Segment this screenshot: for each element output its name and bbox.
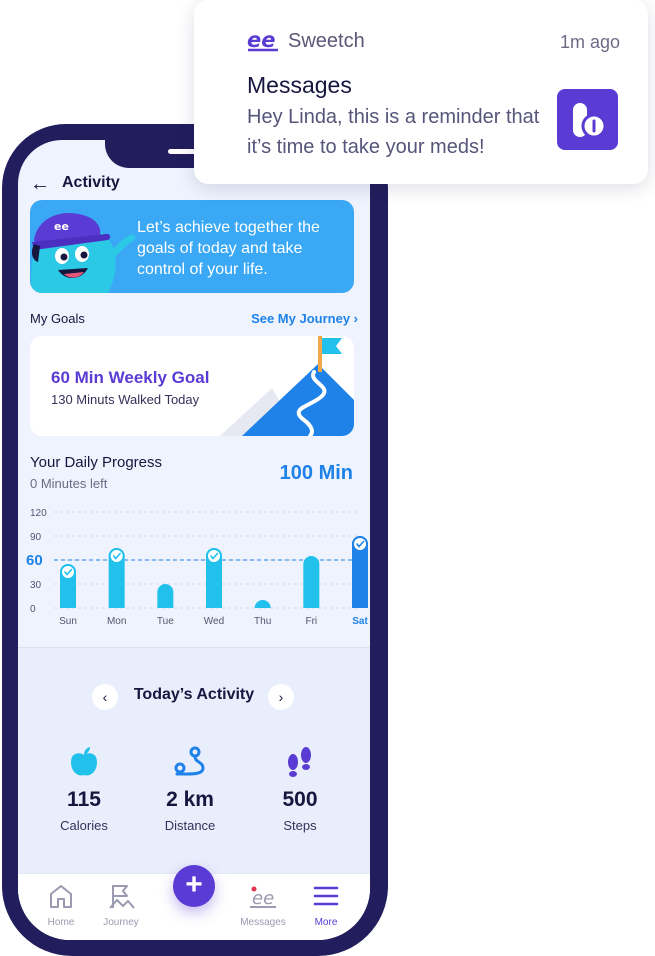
route-icon — [174, 746, 205, 776]
my-goals-label: My Goals — [30, 311, 85, 326]
chart-y-tick-label: 120 — [30, 508, 47, 519]
tab-messages-label: Messages — [240, 917, 286, 928]
check-badge — [352, 536, 368, 552]
chart-y-tick-label: 90 — [30, 532, 42, 543]
apple-icon — [71, 747, 97, 776]
goal-title: 60 Min Weekly Goal — [51, 368, 210, 387]
chart-y-tick-label: 0 — [30, 604, 36, 615]
distance-stat: 2 km Distance — [140, 746, 240, 833]
notification-app-name: Sweetch — [288, 30, 365, 52]
tab-home-label: Home — [47, 917, 75, 928]
daily-progress-chart: 0 30 60 90 120 Sun Mon Tue Wed Thu Fri Sat — [26, 508, 368, 627]
notification-body: Hey Linda, this is a reminder that it’s … — [247, 106, 540, 158]
progress-total: 100 Min — [279, 462, 353, 484]
check-badge — [60, 564, 76, 580]
steps-stat: 500 Steps — [250, 746, 350, 833]
push-notification[interactable]: ee Sweetch 1m ago Messages Hey Linda, th… — [194, 0, 648, 184]
see-my-journey-link[interactable]: See My Journey › — [251, 311, 358, 326]
chart-bar — [254, 600, 271, 608]
chart-x-tick-label: Thu — [254, 616, 271, 627]
tab-journey[interactable]: Journey — [91, 882, 151, 928]
chart-x-tick-label: Sat — [352, 616, 368, 627]
check-badge — [108, 548, 125, 564]
minutes-left: 0 Minutes left — [30, 476, 108, 491]
notification-thumbnail — [557, 89, 618, 150]
chart-x-tick-label: Tue — [157, 616, 174, 627]
distance-value: 2 km — [166, 788, 214, 811]
chart-x-tick-label: Fri — [305, 616, 317, 627]
chart-x-tick-label: Wed — [204, 616, 224, 627]
mascot-illustration: ee — [31, 213, 136, 293]
back-arrow-icon[interactable]: ← — [30, 174, 50, 194]
motivation-banner: ee Let’s achieve together the goals of t… — [30, 200, 354, 293]
chart-bar — [303, 556, 320, 608]
svg-text:ee: ee — [252, 888, 274, 909]
calories-label: Calories — [60, 818, 108, 833]
messages-icon: ee — [250, 886, 276, 909]
tab-home[interactable]: Home — [31, 882, 91, 928]
next-day-button[interactable]: › — [268, 684, 294, 710]
pill-icon — [573, 103, 607, 139]
steps-value: 500 — [282, 788, 318, 811]
mountain-flag-illustration — [220, 336, 354, 436]
menu-icon — [313, 886, 339, 906]
notification-time: 1m ago — [559, 32, 620, 52]
distance-label: Distance — [164, 818, 216, 833]
daily-progress-title: Your Daily Progress — [30, 454, 163, 471]
chart-x-tick-label: Sun — [59, 616, 77, 627]
tab-more-label: More — [314, 917, 338, 928]
add-button[interactable]: + — [173, 865, 215, 907]
chart-bar — [157, 584, 174, 608]
notification-title: Messages — [247, 72, 352, 98]
footsteps-icon — [288, 747, 311, 777]
banner-text: Let’s achieve together the goals of toda… — [137, 219, 320, 278]
tab-messages[interactable]: ee Messages — [233, 882, 293, 928]
chart-y-tick-label: 30 — [30, 580, 42, 591]
sweetch-logo-icon: ee — [247, 30, 278, 52]
goal-subtitle: 130 Minuts Walked Today — [51, 392, 200, 407]
page-title: Activity — [62, 174, 120, 191]
svg-text:ee: ee — [54, 220, 69, 233]
tab-journey-label: Journey — [103, 917, 139, 928]
check-badge — [206, 548, 222, 564]
weekly-goal-card[interactable]: 60 Min Weekly Goal 130 Minuts Walked Tod… — [30, 336, 354, 436]
svg-text:ee: ee — [247, 30, 276, 52]
calories-value: 115 — [67, 788, 101, 811]
calories-stat: 115 Calories — [34, 746, 134, 833]
tab-more[interactable]: More — [296, 882, 356, 928]
chart-target-label: 60 — [26, 552, 43, 569]
today-activity-title: Today’s Activity — [133, 686, 255, 703]
steps-label: Steps — [283, 818, 317, 833]
journey-icon — [109, 885, 135, 909]
home-icon — [50, 885, 72, 908]
chart-x-tick-label: Mon — [107, 616, 126, 627]
app-screen: ← Activity ee Let’s achieve together the… — [18, 140, 370, 940]
